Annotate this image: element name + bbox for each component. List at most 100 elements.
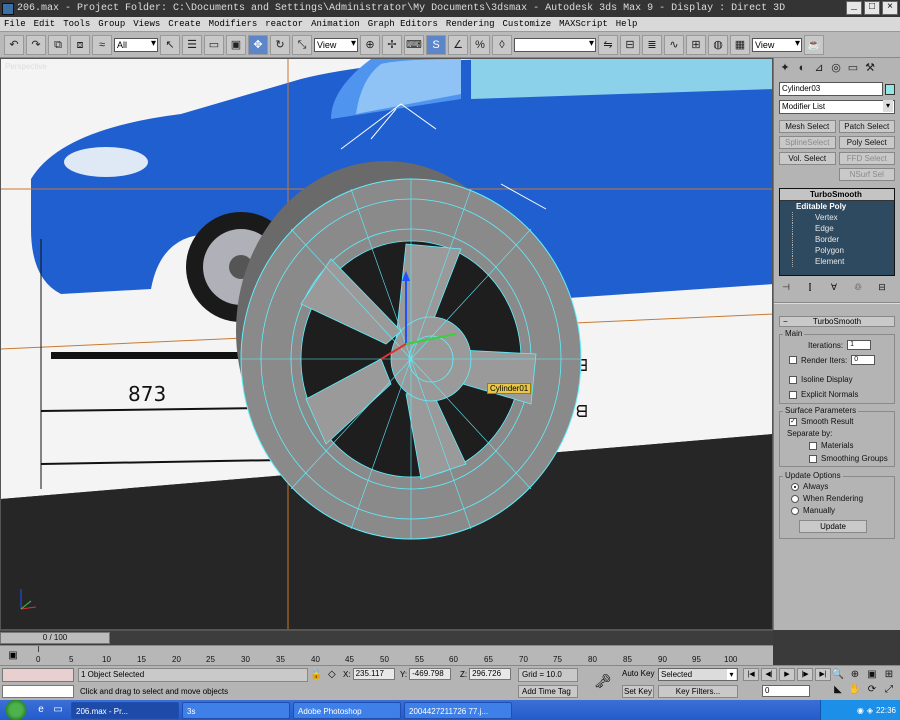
pivot-icon[interactable]: ⊕ — [360, 34, 380, 55]
modifier-stack[interactable]: TurboSmooth Editable Poly Vertex Edge Bo… — [779, 188, 895, 276]
zoom-extents-icon[interactable]: ▣ — [864, 668, 880, 682]
menu-reactor[interactable]: reactor — [261, 17, 307, 31]
layer-icon[interactable]: ≣ — [642, 34, 662, 55]
object-name-field[interactable]: Cylinder03 — [779, 82, 883, 96]
absolute-mode-icon[interactable]: ◇ — [328, 669, 336, 680]
z-field[interactable]: 296.726 — [469, 668, 512, 680]
manually-radio[interactable] — [791, 506, 799, 515]
rect-region-icon[interactable]: ▭ — [204, 34, 224, 55]
mesh-select-button[interactable]: Mesh Select — [779, 120, 836, 133]
render-iters-spinner[interactable]: 0 — [851, 355, 876, 365]
maximize-viewport-icon[interactable]: ⤢ — [881, 683, 897, 697]
menu-tools[interactable]: Tools — [59, 17, 94, 31]
task-photoshop[interactable]: Adobe Photoshop — [293, 701, 401, 719]
key-set-select[interactable]: Selected — [658, 668, 738, 681]
patch-select-button[interactable]: Patch Select — [838, 120, 895, 133]
smoothing-groups-checkbox[interactable] — [809, 454, 817, 463]
menu-rendering[interactable]: Rendering — [442, 17, 499, 31]
perspective-viewport[interactable]: 873 ᗺ ᗺ Perspective Cylinder01 — [0, 58, 773, 630]
object-color-swatch[interactable] — [885, 84, 895, 95]
set-key-button[interactable]: Set Key — [622, 685, 654, 698]
link-icon[interactable]: ⧉ — [48, 34, 68, 55]
stack-sub-vertex[interactable]: Vertex — [792, 212, 894, 223]
auto-key-button[interactable]: Auto Key — [622, 668, 654, 680]
menu-animation[interactable]: Animation — [307, 17, 364, 31]
keyboard-shortcut-icon[interactable]: ⌨ — [404, 34, 424, 55]
menu-group[interactable]: Group — [94, 17, 129, 31]
stack-sub-edge[interactable]: Edge — [792, 223, 894, 234]
current-frame-field[interactable]: 0 — [762, 685, 810, 697]
remove-modifier-icon[interactable]: ♲ — [851, 281, 865, 293]
stack-sub-element[interactable]: Element — [792, 256, 894, 267]
create-tab-icon[interactable]: ✦ — [777, 60, 793, 76]
render-iters-checkbox[interactable] — [789, 356, 797, 364]
modifier-list-select[interactable]: Modifier List — [779, 100, 895, 114]
materials-checkbox[interactable] — [809, 441, 817, 450]
track-bar[interactable]: ▣ 0 5 10 15 20 25 30 35 40 45 50 55 60 6… — [0, 645, 773, 665]
render-setup-icon[interactable]: ▦ — [730, 34, 750, 55]
time-slider[interactable]: 0 / 100 — [0, 630, 773, 645]
key-filters-button[interactable]: Key Filters... — [658, 685, 738, 698]
move-icon[interactable]: ✥ — [248, 34, 268, 55]
show-desktop-icon[interactable]: ▭ — [51, 703, 65, 717]
align-icon[interactable]: ⊟ — [620, 34, 640, 55]
menu-edit[interactable]: Edit — [30, 17, 60, 31]
hierarchy-tab-icon[interactable]: ⊿ — [811, 60, 827, 76]
rotate-icon[interactable]: ↻ — [270, 34, 290, 55]
named-selection-select[interactable] — [514, 37, 596, 52]
fov-icon[interactable]: ◣ — [830, 683, 846, 697]
play-icon[interactable]: ▶ — [779, 668, 795, 681]
time-slider-thumb[interactable]: 0 / 100 — [0, 632, 110, 644]
spline-select-button[interactable]: SplineSelect — [779, 136, 836, 149]
lock-selection-icon[interactable]: 🔒 — [310, 669, 322, 680]
menu-modifiers[interactable]: Modifiers — [205, 17, 262, 31]
stack-sub-border[interactable]: Border — [792, 234, 894, 245]
zoom-all-icon[interactable]: ⊕ — [847, 668, 863, 682]
undo-icon[interactable]: ↶ — [4, 34, 24, 55]
vol-select-button[interactable]: Vol. Select — [779, 152, 836, 165]
redo-icon[interactable]: ↷ — [26, 34, 46, 55]
bind-spacewarp-icon[interactable]: ≈ — [92, 34, 112, 55]
ref-coord-select[interactable]: View — [314, 37, 358, 52]
update-button[interactable]: Update — [799, 520, 867, 533]
go-to-start-icon[interactable]: |◀ — [743, 668, 759, 681]
isoline-checkbox[interactable] — [789, 375, 797, 384]
menu-help[interactable]: Help — [612, 17, 642, 31]
make-unique-icon[interactable]: ∀ — [827, 281, 841, 293]
selection-filter-select[interactable]: All — [114, 37, 158, 52]
next-frame-icon[interactable]: |▶ — [797, 668, 813, 681]
maximize-button[interactable]: □ — [864, 1, 880, 15]
add-time-tag-button[interactable]: Add Time Tag — [518, 685, 578, 698]
display-tab-icon[interactable]: ▭ — [845, 60, 861, 76]
percent-snap-icon[interactable]: % — [470, 34, 490, 55]
stack-sub-polygon[interactable]: Polygon — [792, 245, 894, 256]
x-field[interactable]: 235.117 — [352, 668, 395, 680]
tray-icon[interactable]: ◉ — [857, 706, 864, 715]
menu-maxscript[interactable]: MAXScript — [555, 17, 612, 31]
menu-create[interactable]: Create — [164, 17, 204, 31]
schematic-icon[interactable]: ⊞ — [686, 34, 706, 55]
stack-item-turbosmooth[interactable]: TurboSmooth — [780, 189, 894, 201]
task-folder[interactable]: 3s — [182, 701, 290, 719]
curve-editor-icon[interactable]: ∿ — [664, 34, 684, 55]
menu-file[interactable]: File — [0, 17, 30, 31]
mini-curve-editor-icon[interactable]: ▣ — [6, 649, 20, 663]
set-key-icon[interactable]: 🗝 — [592, 672, 614, 690]
utilities-tab-icon[interactable]: ⚒ — [862, 60, 878, 76]
modify-tab-icon[interactable]: ◐ — [794, 60, 810, 76]
configure-sets-icon[interactable]: ⊟ — [875, 281, 889, 293]
snap-icon[interactable]: S — [426, 34, 446, 55]
prev-frame-icon[interactable]: ◀| — [761, 668, 777, 681]
render-icon[interactable]: ☕ — [804, 34, 824, 55]
material-editor-icon[interactable]: ◍ — [708, 34, 728, 55]
menu-customize[interactable]: Customize — [499, 17, 556, 31]
arc-rotate-icon[interactable]: ⟳ — [864, 683, 880, 697]
scale-icon[interactable]: ⤡ — [292, 34, 312, 55]
tray-icon[interactable]: ◈ — [867, 706, 873, 715]
ie-icon[interactable]: e — [34, 703, 48, 717]
viewport-label[interactable]: Perspective — [5, 62, 47, 71]
render-view-select[interactable]: View — [752, 37, 802, 52]
mirror-icon[interactable]: ⇋ — [598, 34, 618, 55]
zoom-icon[interactable]: 🔍 — [830, 668, 846, 682]
task-image[interactable]: 2004427211726 77.j... — [404, 701, 512, 719]
